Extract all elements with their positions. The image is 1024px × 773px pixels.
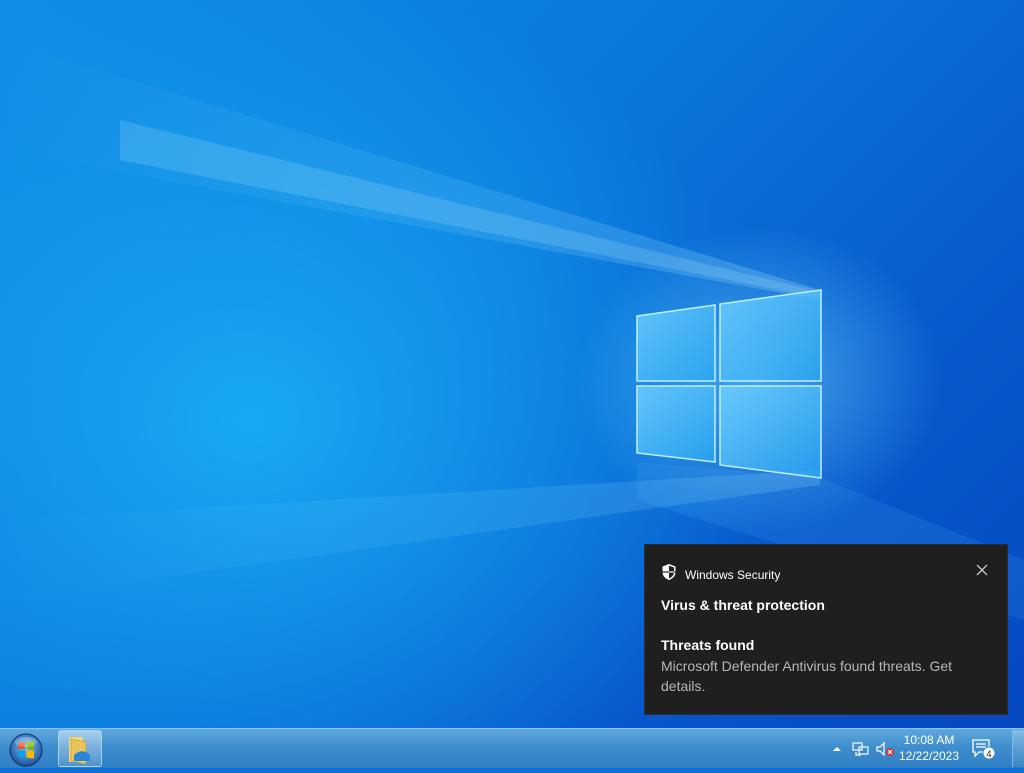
start-button[interactable] <box>6 731 46 767</box>
security-toast-notification[interactable]: Windows Security Virus & threat protecti… <box>644 544 1008 715</box>
clock-date: 12/22/2023 <box>898 749 960 763</box>
network-icon[interactable] <box>850 729 872 769</box>
close-icon[interactable] <box>975 563 989 577</box>
toast-body: Microsoft Defender Antivirus found threa… <box>661 658 953 694</box>
folder-icon <box>69 737 90 765</box>
toast-header: Windows Security <box>661 563 780 586</box>
notification-count-badge: 4 <box>986 749 991 759</box>
notification-icon: 4 <box>972 739 996 760</box>
shield-icon <box>661 563 677 586</box>
windows-orb-icon <box>9 733 43 767</box>
toast-app-name: Windows Security <box>685 567 781 582</box>
toast-heading: Threats found <box>661 637 755 653</box>
show-desktop-button[interactable] <box>1012 730 1024 767</box>
clock-time: 10:08 AM <box>903 733 955 747</box>
action-center-button[interactable]: 4 <box>968 729 998 769</box>
show-hidden-icons-chevron-icon[interactable] <box>830 729 844 769</box>
taskbar: 10:08 AM 12/22/2023 4 <box>0 728 1024 768</box>
volume-muted-icon[interactable] <box>874 729 896 769</box>
taskbar-file-explorer-button[interactable] <box>58 730 102 767</box>
system-clock[interactable]: 10:08 AM 12/22/2023 <box>895 732 963 764</box>
toast-title: Virus & threat protection <box>661 597 825 613</box>
